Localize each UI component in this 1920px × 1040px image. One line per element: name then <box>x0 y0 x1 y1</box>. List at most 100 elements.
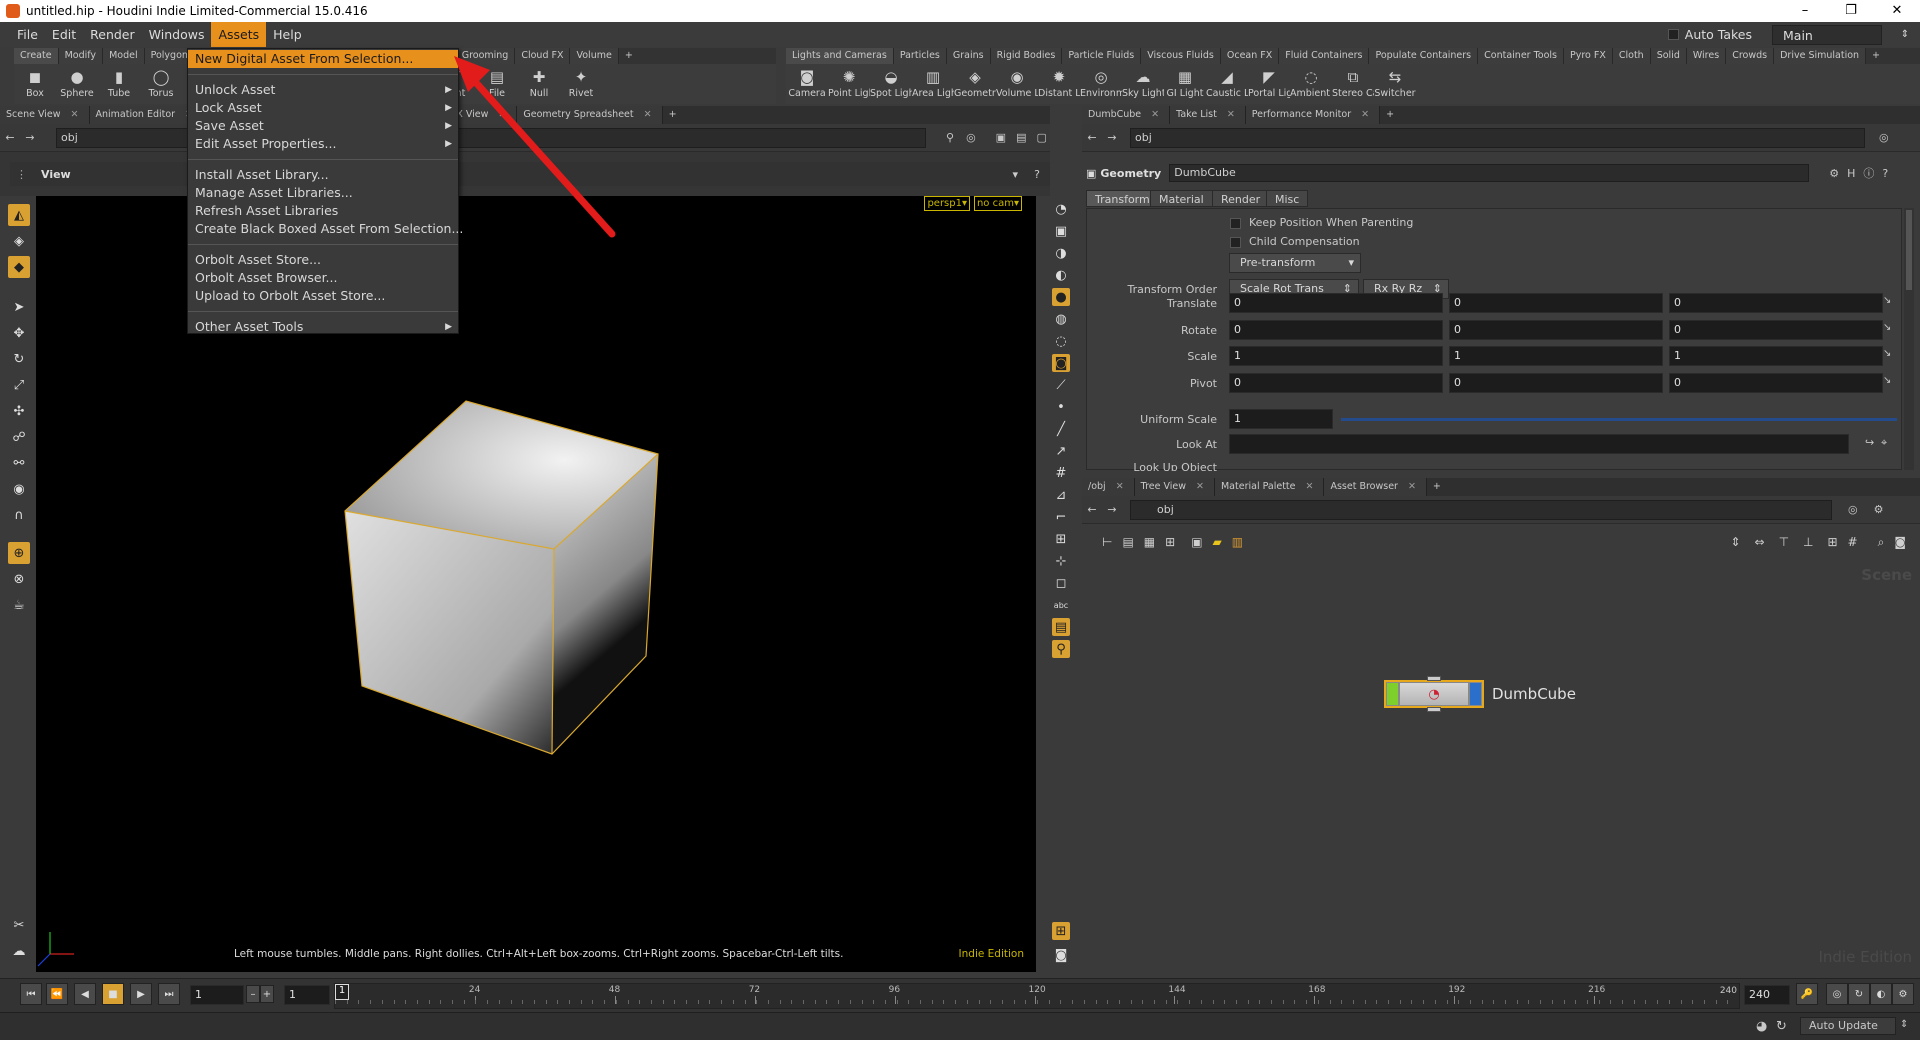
maximize-button[interactable]: ❐ <box>1828 0 1874 22</box>
view-menu-icon[interactable]: ▾ <box>1012 168 1018 181</box>
tool-sky-light-button[interactable]: ☁ Sky Light <box>1122 64 1164 104</box>
param-pin-icon[interactable]: ◎ <box>1879 131 1889 144</box>
help-icon[interactable]: ? <box>1034 168 1040 181</box>
scale-tool-icon[interactable]: ⤢ <box>8 374 30 396</box>
subnet-icon[interactable]: ▥ <box>1232 535 1243 549</box>
menu-help[interactable]: Help <box>266 22 309 47</box>
select-mode-icon[interactable]: ◈ <box>8 230 30 252</box>
shelf-tab-model[interactable]: Model <box>103 48 145 64</box>
wrench-icon[interactable]: ✂ <box>8 914 30 936</box>
pin-icon[interactable]: ⚲ <box>946 131 954 144</box>
param-path-field[interactable]: obj <box>1130 127 1865 148</box>
grid-display-icon[interactable]: # <box>1848 535 1858 549</box>
menu-assets[interactable]: Assets <box>211 22 267 47</box>
grid-icon[interactable]: ⊞ <box>1052 530 1070 548</box>
display-options-icon[interactable]: ▤ <box>1016 131 1026 144</box>
jump-start-button[interactable]: ⏮ <box>20 983 42 1005</box>
take-select[interactable]: Main <box>1772 24 1882 45</box>
3d-viewport[interactable]: persp1▾ no cam▾ Left mouse tumbles. Midd… <box>36 196 1036 972</box>
shelf-tab-lights-and-cameras[interactable]: Lights and Cameras <box>786 48 894 64</box>
tool-spot-light-button[interactable]: ◒ Spot Light <box>870 64 912 104</box>
network-tab-obj[interactable]: /obj ✕ <box>1082 478 1135 496</box>
jump-end-button[interactable]: ⏭ <box>158 983 180 1005</box>
tree-icon[interactable]: ⊢ <box>1102 535 1112 549</box>
tool-tube-button[interactable]: ▮ Tube <box>98 64 140 104</box>
node-name-field[interactable]: DumbCube <box>1169 164 1810 182</box>
play-reverse-button[interactable]: ◀ <box>74 983 96 1005</box>
menu-file[interactable]: File <box>10 22 45 47</box>
edge-icon[interactable]: ⟋ <box>1052 376 1070 394</box>
shelf-tab-pyro-fx[interactable]: Pyro FX <box>1564 48 1613 64</box>
menu-item-unlock-asset[interactable]: Unlock Asset ▶ <box>188 81 458 99</box>
tool-environmen-button[interactable]: ◎ Environmen... <box>1080 64 1122 104</box>
timeline-ruler[interactable]: 1 240 24 48 72 96 120 144 168 192 216 <box>334 983 1740 1009</box>
net-pin-icon[interactable]: ◎ <box>1848 503 1858 516</box>
cube-geometry[interactable] <box>36 196 1036 972</box>
close-tab-icon[interactable]: ✕ <box>71 109 79 120</box>
param-tab-take-list[interactable]: Take List ✕ <box>1170 106 1246 124</box>
shelf-tab-modify[interactable]: Modify <box>58 48 104 64</box>
shelf-tab-particles[interactable]: Particles <box>893 48 947 64</box>
close-tab-icon[interactable]: ✕ <box>498 109 506 120</box>
shelf-tab-container-tools[interactable]: Container Tools <box>1478 48 1564 64</box>
display-icon[interactable]: ▣ <box>996 131 1006 144</box>
node-render-flag[interactable] <box>1470 683 1481 705</box>
layout-icon[interactable]: ⊞ <box>1052 922 1070 940</box>
play-button[interactable]: ▶ <box>130 983 152 1005</box>
shelf-tab-drive-simulation[interactable]: Drive Simulation <box>1774 48 1867 64</box>
render-icon[interactable]: ▤ <box>1052 618 1070 636</box>
tool-gi-light-button[interactable]: ▦ GI Light <box>1164 64 1206 104</box>
close-button[interactable]: ✕ <box>1874 0 1920 22</box>
pointer-icon[interactable]: ➤ <box>8 296 30 318</box>
cloud-icon[interactable]: ☁ <box>8 940 30 962</box>
scale-y-field[interactable]: 1 <box>1449 346 1663 366</box>
tool-stereo-cam-button[interactable]: ⧉ Stereo Cam... <box>1332 64 1374 104</box>
link-icon[interactable]: ◎ <box>966 131 976 144</box>
secure-select-icon[interactable]: ◆ <box>8 256 30 278</box>
menu-item-refresh-asset-libraries[interactable]: Refresh Asset Libraries <box>188 202 458 220</box>
info-icon[interactable]: ⓘ <box>1863 165 1874 181</box>
snapshot-icon[interactable]: ◙ <box>1052 946 1070 964</box>
look-at-field[interactable] <box>1229 434 1849 454</box>
viewer-tab-geometry-spreadsheet[interactable]: Geometry Spreadsheet ✕ <box>517 106 663 124</box>
tool-null-button[interactable]: ✚ Null <box>518 64 560 104</box>
pose-tool-icon[interactable]: ☍ <box>8 426 30 448</box>
take-dropdown-icon[interactable]: ⇕ <box>1890 29 1920 40</box>
viewer-tab-scene-view[interactable]: Scene View ✕ <box>0 106 90 124</box>
minimize-button[interactable]: – <box>1782 0 1828 22</box>
menu-windows[interactable]: Windows <box>142 22 212 47</box>
add-pane-tab-icon[interactable]: + <box>1427 478 1451 496</box>
list-icon[interactable]: ▤ <box>1122 535 1133 549</box>
hda-help-icon[interactable]: H <box>1847 167 1855 180</box>
scale-z-field[interactable]: 1 <box>1669 346 1883 366</box>
menu-item-new-digital-asset-from-selection[interactable]: New Digital Asset From Selection... <box>188 50 458 68</box>
tool-switcher-button[interactable]: ⇆ Switcher <box>1374 64 1416 104</box>
network-tab-asset-browser[interactable]: Asset Browser ✕ <box>1324 478 1427 496</box>
shelf-tab-rigid-bodies[interactable]: Rigid Bodies <box>990 48 1063 64</box>
step-back-button[interactable]: ⏪ <box>46 983 68 1005</box>
param-tab-performance-monitor[interactable]: Performance Monitor ✕ <box>1245 106 1381 124</box>
param-tab-render[interactable]: Render <box>1212 190 1270 207</box>
layout-h-icon[interactable]: ⇔ <box>1755 535 1765 549</box>
render-region-icon[interactable]: ☕ <box>8 594 30 616</box>
tool-file-button[interactable]: ▤ File <box>476 64 518 104</box>
global-anim-options-icon[interactable]: ⚙ <box>1892 983 1914 1005</box>
add-pane-tab-icon[interactable]: + <box>663 106 687 124</box>
grid-view-icon[interactable]: ⊞ <box>1165 535 1175 549</box>
menu-edit[interactable]: Edit <box>45 22 83 47</box>
close-tab-icon[interactable]: ✕ <box>1196 481 1204 492</box>
pivot-y-field[interactable]: 0 <box>1449 372 1663 393</box>
forward-arrow-icon[interactable]: → <box>20 131 40 144</box>
visibility-icon[interactable]: ◔ <box>1052 200 1070 218</box>
audio-icon[interactable]: ◐ <box>1870 983 1892 1005</box>
add-shelf-tab-icon[interactable]: + <box>619 48 639 64</box>
tool-rivet-button[interactable]: ✦ Rivet <box>560 64 602 104</box>
close-tab-icon[interactable]: ✕ <box>1408 481 1416 492</box>
add-pane-tab-icon[interactable]: + <box>1380 106 1404 124</box>
node-input-connector[interactable] <box>1427 676 1441 681</box>
tool-point-light-button[interactable]: ✺ Point Light <box>828 64 870 104</box>
start-frame-field[interactable]: 1 <box>284 985 330 1005</box>
shelf-tab-grains[interactable]: Grains <box>946 48 991 64</box>
pivot-z-field[interactable]: 0 <box>1669 372 1883 393</box>
channel-icon[interactable]: ↘ <box>1883 322 1891 333</box>
